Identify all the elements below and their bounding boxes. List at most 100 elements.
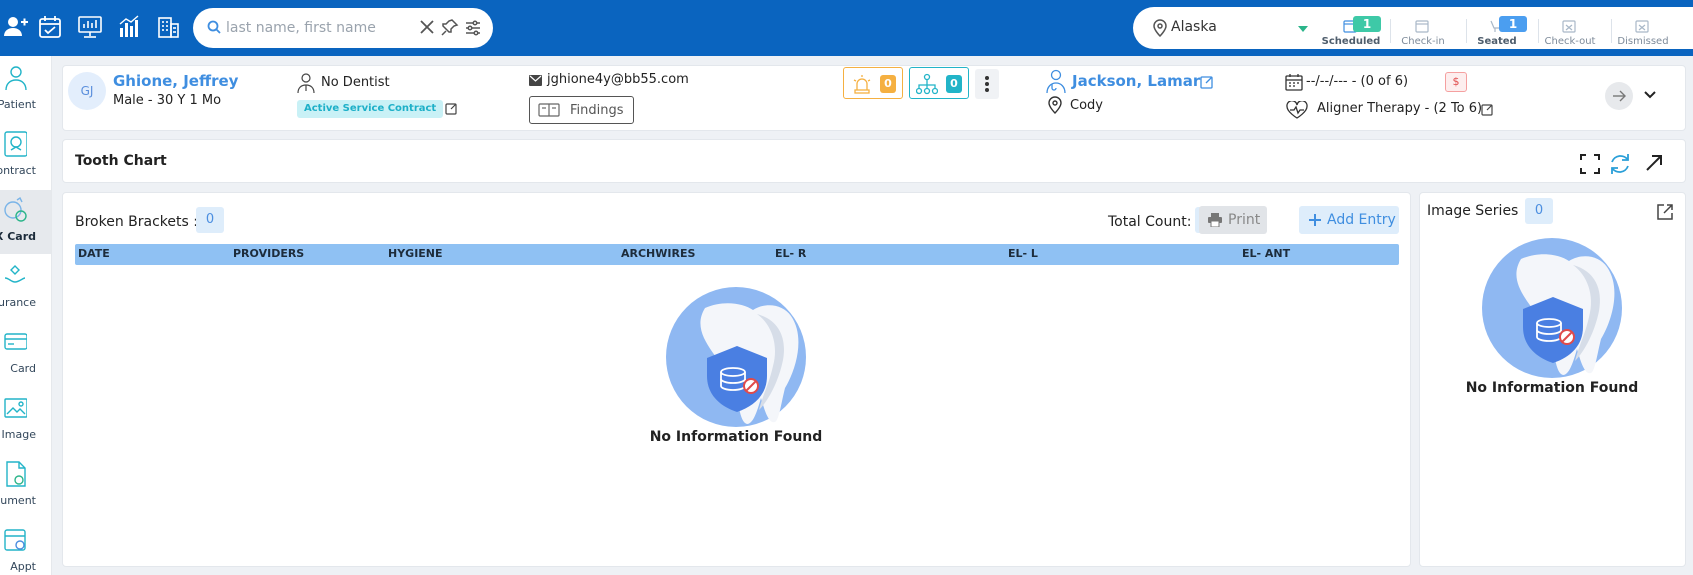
filter-sliders-icon[interactable] [464,19,482,37]
section-title: Tooth Chart [75,153,167,169]
fullscreen-icon[interactable] [1580,154,1600,174]
doctor-name[interactable]: Jackson, Lamar [1072,72,1200,90]
column-header-el-ant[interactable]: EL- ANT [1242,247,1290,260]
alarm-icon [852,74,872,94]
column-header-providers[interactable]: PROVIDERS [233,247,304,260]
sidebar-item-contract[interactable]: Contract [0,124,51,188]
edit-icon[interactable] [1481,103,1494,116]
office-name: Cody [1070,98,1103,113]
alerts-button[interactable]: 0 [843,67,903,99]
stat-seated[interactable]: 1 Seated [1461,12,1533,47]
referral-count: 0 [946,75,962,93]
sidebar-item-tx-card[interactable]: TX Card [0,190,51,254]
avatar[interactable]: GJ [68,72,106,110]
check-in-label: Check-in [1401,36,1445,47]
document-icon [3,460,27,488]
vertical-dots-icon [985,76,989,92]
seated-count: 1 [1499,16,1527,32]
insurance-icon [3,262,27,290]
sidebar-item-label: Contract [0,164,36,177]
hierarchy-icon [915,73,939,95]
bar-chart-icon[interactable] [117,14,143,40]
tx-card-icon [3,196,27,224]
alert-count: 0 [880,75,896,93]
tooth-chart-header: Tooth Chart [62,139,1686,183]
email-icon [529,75,542,86]
heart-pulse-icon [1286,100,1308,119]
dentist-name: No Dentist [321,75,390,90]
column-header-el-l[interactable]: EL- L [1008,247,1038,260]
add-entry-label: Add Entry [1327,212,1396,228]
patient-email[interactable]: jghione4y@bb55.com [547,72,689,87]
balance-badge[interactable]: $ [1445,72,1467,92]
add-entry-button[interactable]: Add Entry [1299,206,1399,234]
referrals-button[interactable]: 0 [909,67,969,99]
empty-state-message: No Information Found [1465,380,1639,396]
sidebar-item-card[interactable]: Card [0,322,51,386]
check-out-icon [1562,19,1576,33]
sidebar-item-insurance[interactable]: Insurance [0,256,51,320]
print-button[interactable]: Print [1199,206,1267,234]
sidebar-item-patient[interactable]: Patient [0,58,51,122]
dentist-icon [297,73,315,94]
stat-dismissed[interactable]: Dismissed [1607,12,1679,47]
chevron-down-icon[interactable] [1643,89,1657,101]
findings-button[interactable]: Findings [529,96,634,124]
stat-check-in[interactable]: Check-in [1387,12,1459,47]
column-header-date[interactable]: DATE [78,247,110,260]
plus-icon [1308,213,1322,227]
no-data-tooth-icon [665,286,807,428]
stat-check-out[interactable]: Check-out [1534,12,1606,47]
building-icon[interactable] [155,14,181,40]
calendar-icon [1285,73,1303,91]
column-header-archwires[interactable]: ARCHWIRES [621,247,695,260]
open-external-icon[interactable] [1656,203,1674,221]
print-label: Print [1228,212,1261,228]
refresh-icon[interactable] [1608,152,1632,176]
sidebar-item-image[interactable]: Image [0,388,51,452]
image-icon [3,394,28,422]
contract-icon [3,130,28,158]
seated-label: Seated [1477,36,1517,47]
broken-brackets-panel: Broken Brackets : 0 Total Count: 0 Print… [62,192,1411,567]
image-series-panel: Image Series 0 No Information Found [1419,192,1686,567]
next-button[interactable] [1605,82,1633,110]
dismissed-label: Dismissed [1617,36,1669,47]
findings-icon [538,103,560,117]
patient-icon [3,64,27,92]
location-pin-icon [1153,19,1167,38]
check-in-icon [1415,19,1429,33]
clear-icon[interactable] [419,19,435,35]
chevron-down-icon[interactable] [1298,26,1308,32]
edit-icon[interactable] [1200,75,1214,89]
column-header-el-r[interactable]: EL- R [775,247,806,260]
edit-icon[interactable] [445,102,458,115]
findings-label: Findings [570,103,624,118]
calendar-check-icon[interactable] [37,14,63,40]
sidebar-item-appt[interactable]: Appt [0,520,51,575]
patient-name[interactable]: Ghione, Jeffrey [113,72,238,90]
sidebar-item-document[interactable]: Document [0,454,51,518]
sidebar-item-label: Appt [10,560,36,573]
top-bar: last name, first name Alaska 1 Scheduled [0,0,1693,56]
sidebar-item-label: Document [0,494,36,507]
scheduled-count: 1 [1353,16,1381,32]
open-external-icon[interactable] [1645,154,1663,172]
doctor-icon [1046,69,1066,94]
more-options-button[interactable] [975,69,999,99]
stat-scheduled[interactable]: 1 Scheduled [1315,12,1387,47]
appointment-info: --/--/--- - (0 of 6) [1306,74,1409,89]
sidebar-item-label: TX Card [0,230,36,243]
monitor-chart-icon[interactable] [77,14,103,40]
patient-search[interactable]: last name, first name [193,8,493,48]
search-input[interactable]: last name, first name [226,20,376,36]
add-patient-icon[interactable] [3,14,29,40]
sidebar-item-label: Insurance [0,296,36,309]
arrow-right-icon [1612,89,1626,103]
image-series-count: 0 [1525,198,1553,224]
card-icon [3,328,28,356]
pin-icon[interactable] [441,18,459,36]
location-pin-icon [1048,96,1062,114]
column-header-hygiene[interactable]: HYGIENE [388,247,443,260]
location-select[interactable]: Alaska [1171,19,1217,35]
